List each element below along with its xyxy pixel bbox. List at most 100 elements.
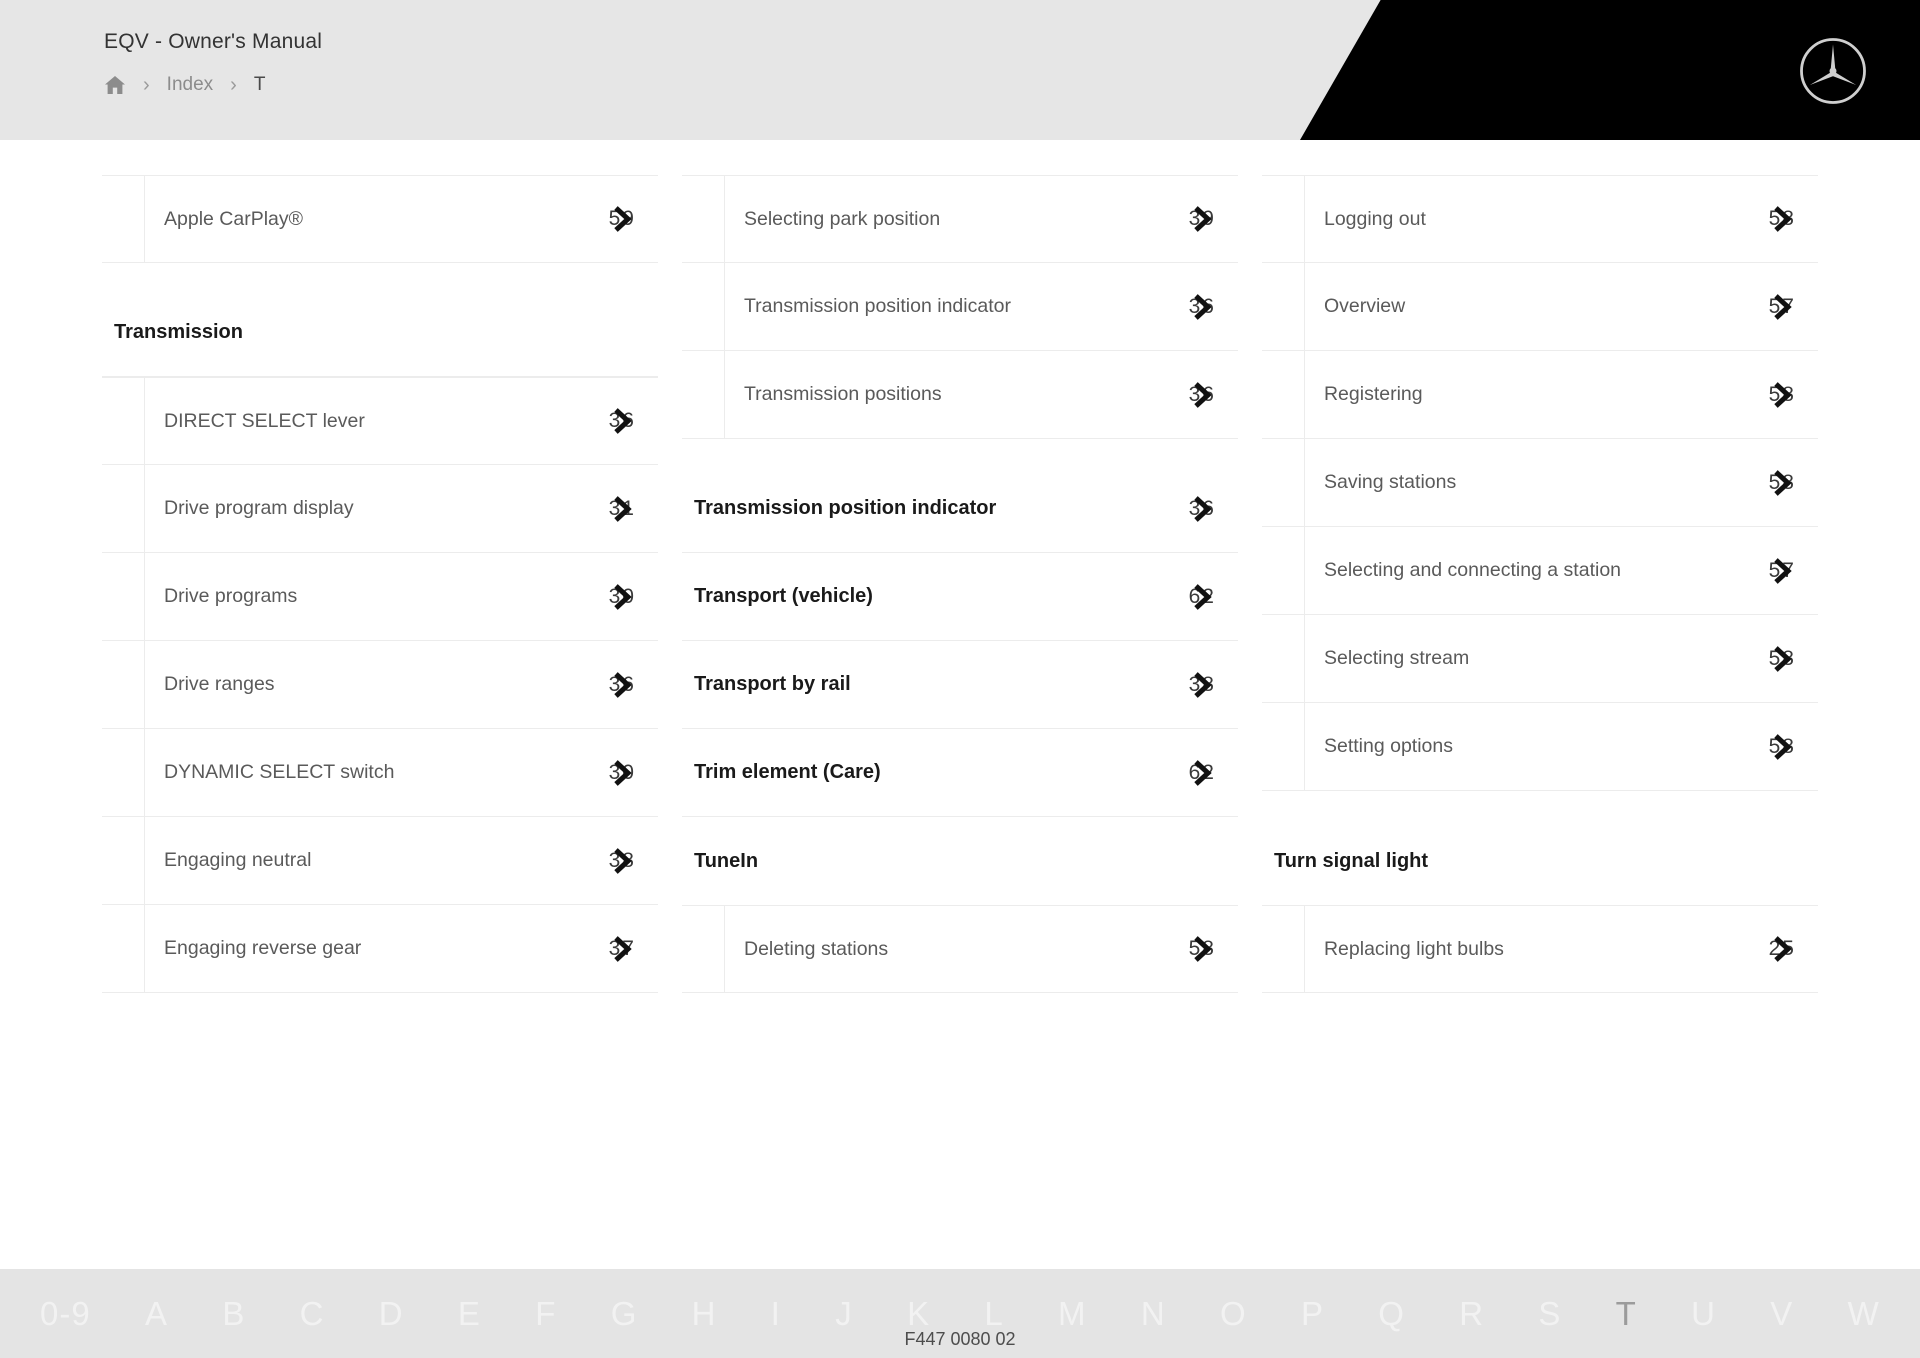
alphabet-item-q[interactable]: Q [1378, 1295, 1405, 1333]
index-entry[interactable]: Deleting stations 5 8 [681, 905, 1238, 993]
page-ref-prefix: 6 [1188, 760, 1203, 784]
index-entry[interactable]: Engaging reverse gear 3 7 [102, 905, 658, 993]
index-entry-label: Transmission [114, 321, 243, 343]
page-reference[interactable]: 38 [1189, 671, 1216, 698]
index-entry[interactable]: Transmission position indicator 3 6 [681, 263, 1238, 351]
alphabet-item-s[interactable]: S [1538, 1295, 1561, 1333]
page-ref-prefix: 5 [608, 207, 623, 230]
alphabet-item-e[interactable]: E [458, 1295, 481, 1333]
page-reference[interactable]: 31 [609, 495, 636, 522]
page-reference[interactable]: 30 [609, 583, 636, 610]
index-heading[interactable]: Transmission [102, 289, 658, 377]
page-reference[interactable]: 58 [1769, 206, 1796, 232]
index-heading[interactable]: TuneIn [682, 817, 1238, 905]
alphabet-item-v[interactable]: V [1770, 1295, 1793, 1333]
alphabet-item-09[interactable]: 0-9 [40, 1295, 91, 1333]
page-ref-prefix: 3 [1188, 207, 1203, 230]
index-entry[interactable]: Selecting and connecting a station 5 7 [1261, 527, 1818, 615]
page-reference[interactable]: 36 [609, 408, 636, 434]
page-reference[interactable]: 58 [1769, 381, 1796, 408]
index-subgroup: Selecting park position 3 9 Transmission po… [681, 175, 1238, 439]
alphabet-item-o[interactable]: O [1220, 1295, 1247, 1333]
index-entry-label: Overview [1323, 295, 1406, 317]
alphabet-item-n[interactable]: N [1141, 1295, 1166, 1333]
breadcrumb-separator-1: › [143, 74, 150, 96]
index-entry[interactable]: Drive ranges 3 6 [102, 641, 658, 729]
index-subgroup: Logging out 5 8 Overview 5 7 Registering 5 8 Savi… [1261, 175, 1818, 791]
page-reference[interactable]: 36 [1188, 293, 1216, 320]
page-ref-prefix: 3 [1188, 294, 1203, 318]
index-entry[interactable]: Logging out 5 8 [1261, 175, 1818, 263]
index-entry-label: Transmission position indicator [693, 497, 997, 519]
alphabet-item-a[interactable]: A [145, 1295, 168, 1333]
alphabet-item-p[interactable]: P [1301, 1295, 1324, 1333]
page-reference[interactable]: 37 [609, 935, 636, 962]
index-entry-label: Transmission positions [743, 383, 942, 405]
page-reference[interactable]: 30 [609, 759, 636, 786]
page-reference[interactable]: 36 [609, 671, 636, 698]
index-entry[interactable]: Selecting stream 5 8 [1261, 615, 1818, 703]
page-reference[interactable]: 57 [1769, 557, 1796, 584]
index-heading[interactable]: Transmission position indicator 3 6 [681, 465, 1238, 553]
index-heading[interactable]: Transport (vehicle) 6 2 [681, 553, 1238, 641]
index-entry[interactable]: Drive programs 3 0 [102, 553, 658, 641]
page-ref-suffix: 8 [622, 848, 636, 872]
page-reference[interactable]: 25 [1769, 936, 1796, 962]
page-reference[interactable]: 36 [1189, 495, 1216, 522]
index-entry[interactable]: Apple CarPlay® 5 9 [102, 175, 658, 263]
page-reference[interactable]: 57 [1769, 293, 1796, 320]
page-reference[interactable]: 62 [1189, 583, 1216, 610]
alphabet-item-l[interactable]: L [984, 1295, 1003, 1333]
column-2: Selecting park position 3 9 Transmission po… [670, 175, 1250, 1019]
index-entry[interactable]: Selecting park position 3 9 [681, 175, 1238, 263]
page-reference[interactable]: 62 [1188, 759, 1216, 786]
alphabet-item-w[interactable]: W [1848, 1295, 1880, 1333]
alphabet-item-m[interactable]: M [1058, 1295, 1087, 1333]
page-reference[interactable]: 38 [609, 847, 636, 874]
index-entry-label: Drive programs [164, 585, 298, 607]
page-reference[interactable]: 58 [1769, 469, 1796, 496]
home-icon[interactable] [104, 75, 126, 95]
index-entry[interactable]: Saving stations 5 8 [1261, 439, 1818, 527]
alphabet-item-j[interactable]: J [835, 1295, 853, 1333]
index-entry-label: Logging out [1323, 207, 1426, 230]
page-reference[interactable]: 58 [1769, 645, 1796, 672]
alphabet-item-d[interactable]: D [379, 1295, 404, 1333]
index-entry[interactable]: Replacing light bulbs 2 5 [1261, 905, 1818, 993]
page-reference[interactable]: 58 [1189, 936, 1216, 962]
alphabet-item-i[interactable]: I [771, 1295, 781, 1333]
page-ref-suffix: 0 [622, 584, 636, 608]
page-reference[interactable]: 36 [1189, 381, 1216, 408]
alphabet-item-t[interactable]: T [1616, 1295, 1637, 1333]
index-entry[interactable]: DYNAMIC SELECT switch 3 0 [102, 729, 658, 817]
alphabet-item-h[interactable]: H [692, 1295, 717, 1333]
breadcrumb-item-t[interactable]: T [254, 74, 266, 96]
page-reference[interactable]: 59 [608, 206, 636, 232]
alphabet-item-b[interactable]: B [222, 1295, 245, 1333]
breadcrumb-item-index[interactable]: Index [167, 74, 213, 96]
alphabet-item-u[interactable]: U [1691, 1295, 1716, 1333]
index-entry[interactable]: DIRECT SELECT lever 3 6 [102, 377, 658, 465]
alphabet-item-k[interactable]: K [907, 1295, 930, 1333]
index-content: Apple CarPlay® 5 9 Transmission DIRECT SELEC… [0, 140, 1920, 1269]
page-ref-suffix: 8 [1782, 646, 1796, 670]
alphabet-item-c[interactable]: C [300, 1295, 325, 1333]
index-entry[interactable]: Transmission positions 3 6 [681, 351, 1238, 439]
alphabet-item-f[interactable]: F [535, 1295, 556, 1333]
index-entry[interactable]: Overview 5 7 [1261, 263, 1818, 351]
page-reference[interactable]: 58 [1769, 733, 1796, 760]
page-reference[interactable]: 39 [1188, 206, 1216, 232]
page-ref-suffix: 6 [1202, 496, 1216, 520]
index-entry[interactable]: Registering 5 8 [1261, 351, 1818, 439]
index-heading[interactable]: Trim element (Care) 6 2 [681, 729, 1238, 817]
index-entry[interactable]: Setting options 5 8 [1261, 703, 1818, 791]
alphabet-item-r[interactable]: R [1459, 1295, 1484, 1333]
index-heading[interactable]: Turn signal light [1262, 817, 1818, 905]
index-entry[interactable]: Drive program display 3 1 [102, 465, 658, 553]
index-heading[interactable]: Transport by rail 3 8 [681, 641, 1238, 729]
index-entry[interactable]: Engaging neutral 3 8 [102, 817, 658, 905]
index-entry-label: Apple CarPlay® [164, 207, 304, 230]
alphabet-item-g[interactable]: G [611, 1295, 638, 1333]
